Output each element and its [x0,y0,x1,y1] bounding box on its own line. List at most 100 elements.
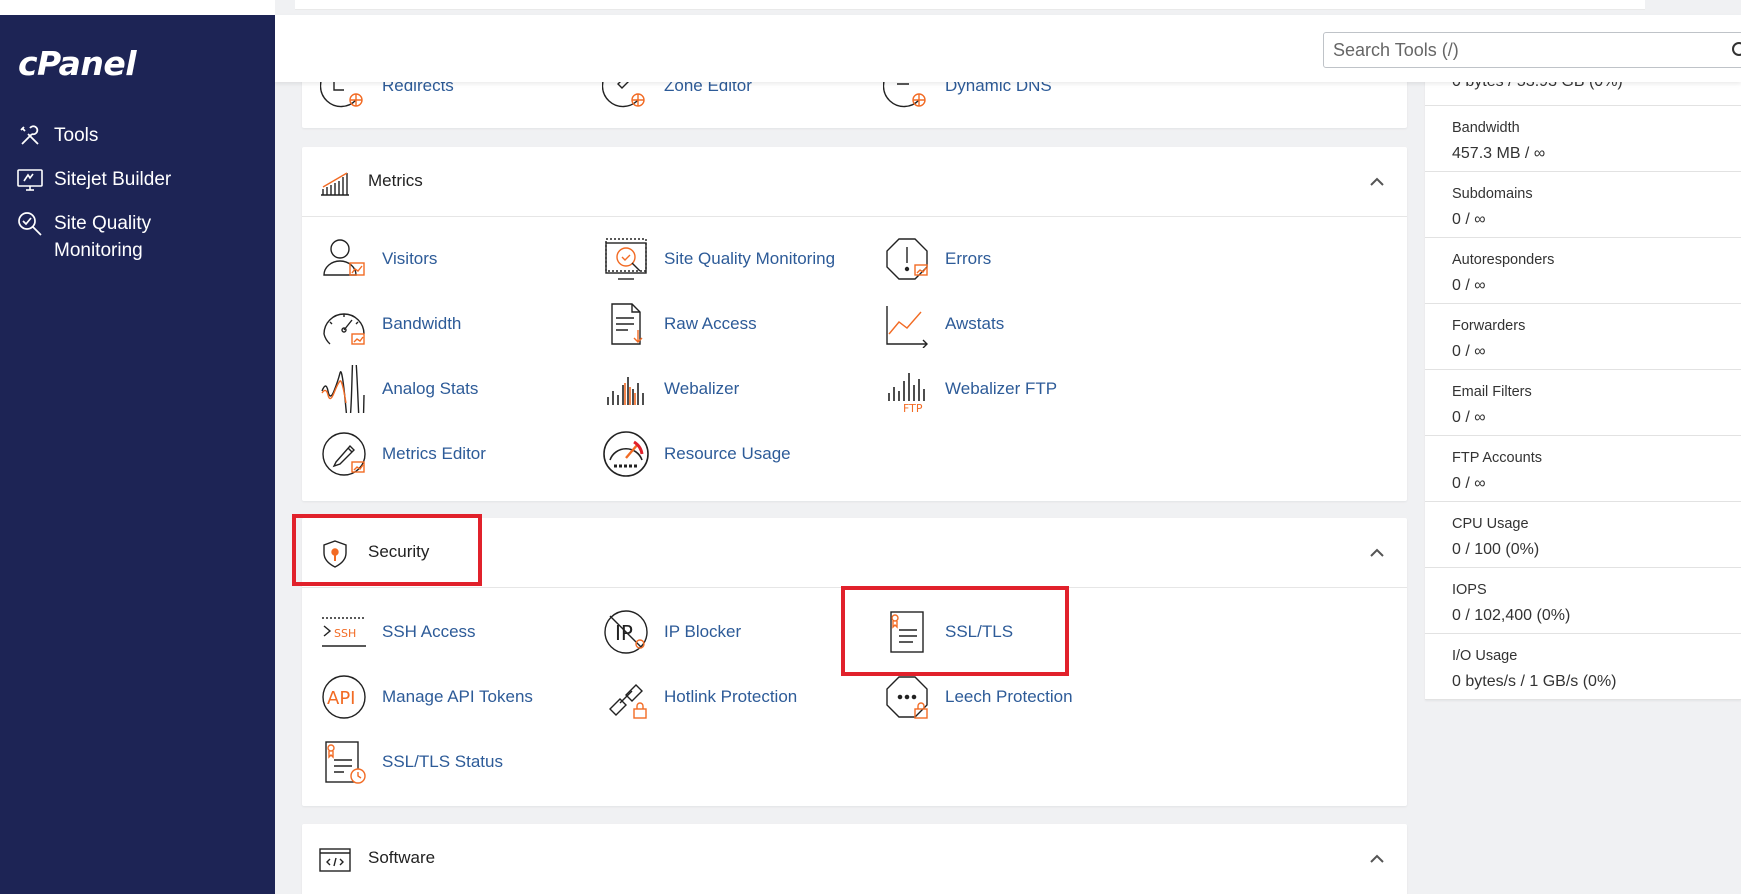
ssl-tls-status-icon [325,741,366,784]
search-icon[interactable] [1731,41,1741,59]
hotlink-protection-icon [609,684,647,719]
tool-visitors[interactable]: Visitors [320,235,437,283]
tool-label: SSL/TLS [945,622,1014,641]
analog-stats-icon [321,365,365,413]
tool-label: SSH Access [382,622,476,641]
raw-access-icon [611,303,643,345]
metrics-editor-icon [322,432,366,476]
stats-panel: 0 bytes / 53.93 GB (0%) Bandwidth 457.3 … [1425,64,1741,700]
tool-resource-usage[interactable]: Resource Usage [602,430,791,478]
top-header [275,0,1741,82]
visitors-icon [323,239,365,276]
stat-value: 0 bytes/s / 1 GB/s (0%) [1452,673,1617,690]
tool-hotlink-protection[interactable]: Hotlink Protection [602,673,797,721]
resource-usage-icon [603,431,649,477]
stat-value: 0 / ∞ [1452,211,1486,228]
sidebar-top-strip [0,0,275,15]
chevron-up-icon[interactable] [1369,175,1385,187]
chevron-up-icon[interactable] [1369,546,1385,558]
tool-leech-protection[interactable]: Leech Protection [883,673,1073,721]
tool-manage-api-tokens[interactable]: API Manage API Tokens [320,673,533,721]
tool-ip-blocker[interactable]: IP IP Blocker [602,608,741,656]
tool-webalizer[interactable]: Webalizer [602,365,739,413]
tool-bandwidth[interactable]: Bandwidth [320,300,461,348]
tool-label: Webalizer FTP [945,379,1058,398]
stat-label: Autoresponders [1452,252,1555,268]
tool-label: Leech Protection [945,687,1073,706]
webalizer-ftp-icon: FTP [888,373,925,413]
stat-label: Email Filters [1452,384,1532,400]
stat-bandwidth: Bandwidth 457.3 MB / ∞ [1425,106,1741,172]
svg-text:FTP: FTP [903,402,923,413]
stat-value: 0 / 102,400 (0%) [1452,607,1571,624]
header-shadow-strip [295,0,1645,10]
errors-icon [886,238,928,280]
svg-text:SSH: SSH [334,627,356,640]
stat-autoresponders: Autoresponders 0 / ∞ [1425,238,1741,304]
tool-webalizer-ftp[interactable]: FTP Webalizer FTP [883,365,1057,413]
panel-title: Software [368,848,436,867]
sidebar-item-site-quality[interactable]: Site Quality Monitoring [16,210,234,264]
sidebar-item-sitejet[interactable]: Sitejet Builder [16,166,234,194]
sidebar-item-label: Sitejet Builder [54,169,172,190]
security-panel: Security SSH SSH Access IP IP Blocker SS… [302,518,1407,806]
tool-label: Bandwidth [382,314,462,333]
stat-value: 0 / ∞ [1452,343,1486,360]
tool-metrics-editor[interactable]: Metrics Editor [320,430,486,478]
security-header[interactable]: Security [302,518,1407,588]
sitejet-icon [16,166,44,194]
stat-value: 0 / ∞ [1452,475,1486,492]
stat-value: 0 / ∞ [1452,409,1486,426]
stat-label: CPU Usage [1452,516,1529,532]
tool-label: Raw Access [664,314,757,333]
svg-text:IP: IP [615,621,633,645]
tool-site-quality-monitoring[interactable]: Site Quality Monitoring [602,235,835,283]
tool-ssh-access[interactable]: SSH SSH Access [320,608,476,656]
tool-label: Metrics Editor [382,444,486,463]
tool-errors[interactable]: Errors [883,235,991,283]
stat-label: Forwarders [1452,318,1526,334]
webalizer-icon [607,377,644,405]
tools-icon [16,122,44,150]
metrics-header[interactable]: Metrics [302,147,1407,217]
tool-analog-stats[interactable]: Analog Stats [320,365,478,413]
tool-label: Errors [945,249,992,268]
search-input[interactable] [1323,32,1741,68]
stat-label: I/O Usage [1452,648,1518,664]
tool-raw-access[interactable]: Raw Access [602,300,757,348]
tool-ssl-tls-status[interactable]: SSL/TLS Status [320,738,503,786]
tool-label: Site Quality Monitoring [664,249,836,268]
stat-value: 0 / ∞ [1452,277,1486,294]
tool-label: Awstats [945,314,1005,333]
tool-label: Resource Usage [664,444,791,463]
shield-icon [323,540,347,568]
tool-label: Manage API Tokens [382,687,533,706]
tool-ssl-tls[interactable]: SSL/TLS [883,608,1013,656]
awstats-icon [886,306,928,348]
stat-label: FTP Accounts [1452,450,1542,466]
ssh-access-icon: SSH [322,617,366,647]
cpanel-logo[interactable]: cPanel [18,44,137,83]
tool-label: Webalizer [664,379,740,398]
tool-label: SSL/TLS Status [382,752,503,771]
panel-title: Security [368,542,430,561]
tool-awstats[interactable]: Awstats [883,300,1004,348]
bandwidth-icon [323,313,365,345]
ip-blocker-icon: IP [604,610,648,654]
sidebar-item-tools[interactable]: Tools [16,122,234,150]
stat-iops: IOPS 0 / 102,400 (0%) [1425,568,1741,634]
stat-label: Bandwidth [1452,120,1520,136]
metrics-icon [321,172,349,196]
tool-label: IP Blocker [664,622,742,641]
panel-title: Metrics [368,171,423,190]
stat-subdomains: Subdomains 0 / ∞ [1425,172,1741,238]
chevron-up-icon[interactable] [1369,852,1385,864]
stat-value: 457.3 MB / ∞ [1452,145,1546,162]
software-header[interactable]: Software [302,824,1407,894]
tool-label: Visitors [382,249,438,268]
site-quality-monitoring-icon [605,238,647,280]
svg-text:API: API [327,688,355,709]
stat-email-filters: Email Filters 0 / ∞ [1425,370,1741,436]
code-window-icon [319,848,351,872]
stat-forwarders: Forwarders 0 / ∞ [1425,304,1741,370]
